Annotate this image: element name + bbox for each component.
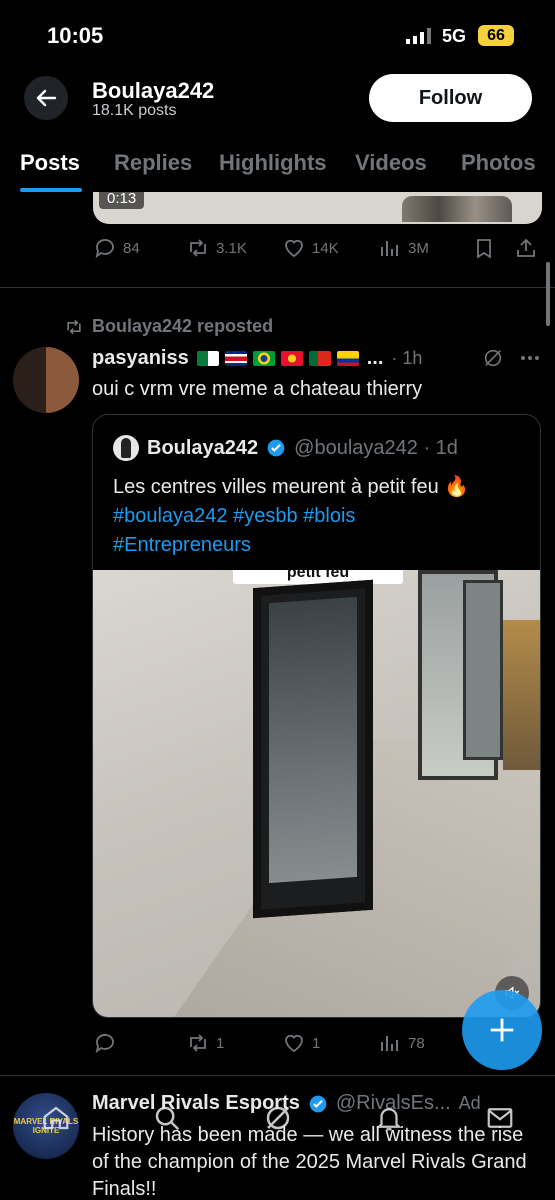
brazil-flag-icon: [252, 350, 275, 366]
reply-button[interactable]: 84: [93, 228, 140, 268]
tab-replies[interactable]: Replies: [114, 150, 192, 176]
costa-rica-flag-icon: [224, 350, 247, 366]
more-options-icon[interactable]: [518, 347, 542, 369]
views-icon: [381, 241, 398, 256]
tab-posts[interactable]: Posts: [20, 150, 80, 176]
previous-post-actions: 84 3.1K 14K 3M: [0, 228, 555, 268]
profile-tabs: Posts Replies Highlights Videos Photos: [0, 132, 555, 192]
media-door: [253, 579, 373, 919]
repost-count: 3.1K: [216, 239, 247, 257]
reply-icon: [95, 1034, 114, 1054]
views-button[interactable]: 3M: [378, 228, 429, 268]
share-button[interactable]: [514, 228, 538, 268]
battery-indicator: 66: [478, 25, 514, 46]
like-button[interactable]: 1: [282, 1023, 320, 1063]
video-duration: 0:13: [99, 192, 145, 209]
repost-button[interactable]: 1: [186, 1023, 224, 1063]
previous-post-media[interactable]: 0:13: [93, 192, 542, 224]
bell-icon[interactable]: [374, 1103, 404, 1133]
compose-button[interactable]: [462, 990, 542, 1070]
search-icon[interactable]: [152, 1103, 182, 1133]
like-count: 14K: [312, 239, 339, 257]
grok-icon[interactable]: [482, 347, 504, 369]
author-name-ellipsis: ...: [366, 346, 384, 369]
arrow-left-icon: [36, 89, 57, 107]
scrollbar[interactable]: [546, 262, 550, 326]
views-count: 3M: [408, 239, 429, 257]
repost-icon: [67, 319, 81, 334]
tab-highlights[interactable]: Highlights: [219, 150, 327, 176]
video-caption: petit feu: [233, 570, 403, 584]
quote-video[interactable]: petit feu: [93, 570, 540, 1017]
reply-icon: [95, 239, 114, 259]
media-shopfront: [503, 620, 540, 770]
quoted-post[interactable]: Boulaya242 @boulaya242 · 1d Les centres …: [92, 414, 541, 1018]
repost-button[interactable]: 3.1K: [186, 228, 247, 268]
tab-photos[interactable]: Photos: [461, 150, 536, 176]
author-name[interactable]: pasyaniss: [92, 347, 189, 370]
quote-author-name: Boulaya242: [147, 436, 259, 459]
share-icon: [517, 238, 535, 257]
status-bar: 10:05 5G 66: [0, 0, 555, 70]
kyrgyzstan-flag-icon: [280, 350, 303, 366]
signal-icon: [406, 28, 431, 44]
like-count: 1: [312, 1034, 321, 1052]
mail-icon[interactable]: [485, 1103, 515, 1133]
algeria-flag-icon: [196, 350, 219, 366]
repost-label: Boulaya242 reposted: [92, 316, 274, 336]
ecuador-flag-icon: [336, 350, 359, 366]
bottom-navigation: [0, 1096, 555, 1140]
bookmark-icon: [477, 239, 491, 259]
profile-post-count: 18.1K posts: [92, 102, 177, 119]
quote-hashtags-line2[interactable]: #Entrepreneurs: [113, 531, 533, 560]
profile-name: Boulaya242: [92, 78, 215, 103]
grok-icon[interactable]: [263, 1103, 293, 1133]
heart-icon: [285, 1034, 303, 1053]
flag-emojis: [196, 350, 359, 366]
network-label: 5G: [442, 26, 467, 46]
views-count: 78: [408, 1034, 425, 1052]
repost-context[interactable]: Boulaya242 reposted: [64, 316, 273, 337]
active-tab-indicator: [20, 188, 82, 192]
verified-badge-icon: [267, 439, 285, 457]
views-icon: [381, 1036, 398, 1051]
repost-icon: [190, 1034, 206, 1052]
bookmark-button[interactable]: [472, 228, 496, 268]
quote-hashtags[interactable]: #boulaya242 #yesbb #blois: [113, 502, 533, 531]
reply-count: 84: [123, 239, 140, 257]
home-icon[interactable]: [41, 1103, 71, 1133]
like-button[interactable]: 14K: [282, 228, 339, 268]
tab-videos[interactable]: Videos: [355, 150, 427, 176]
back-button[interactable]: [24, 76, 68, 120]
repost-icon: [190, 239, 206, 257]
avatar[interactable]: [13, 347, 79, 413]
follow-button[interactable]: Follow: [369, 74, 532, 122]
quote-text: Les centres villes meurent à petit feu 🔥…: [113, 473, 533, 560]
quote-handle: @boulaya242 · 1d: [294, 436, 458, 459]
heart-icon: [285, 239, 303, 258]
media-crowd: [402, 196, 512, 222]
repost-count: 1: [216, 1034, 225, 1052]
portugal-flag-icon: [308, 350, 331, 366]
views-button[interactable]: 78: [378, 1023, 425, 1063]
post-author-row: pasyaniss ... · 1h: [92, 343, 547, 373]
divider: [0, 287, 555, 288]
quote-header: Boulaya242 @boulaya242 · 1d: [113, 435, 458, 461]
media-window-2: [463, 580, 503, 760]
profile-header: Boulaya242 18.1K posts Follow: [0, 70, 555, 132]
quote-body: Les centres villes meurent à petit feu 🔥: [113, 476, 470, 498]
post-text: oui c vrm vre meme a chateau thierry: [92, 378, 423, 400]
post-time[interactable]: · 1h: [391, 348, 422, 369]
reply-button[interactable]: [93, 1023, 117, 1063]
plus-icon: [490, 1018, 514, 1042]
status-time: 10:05: [47, 23, 104, 48]
quote-avatar: [113, 435, 139, 461]
